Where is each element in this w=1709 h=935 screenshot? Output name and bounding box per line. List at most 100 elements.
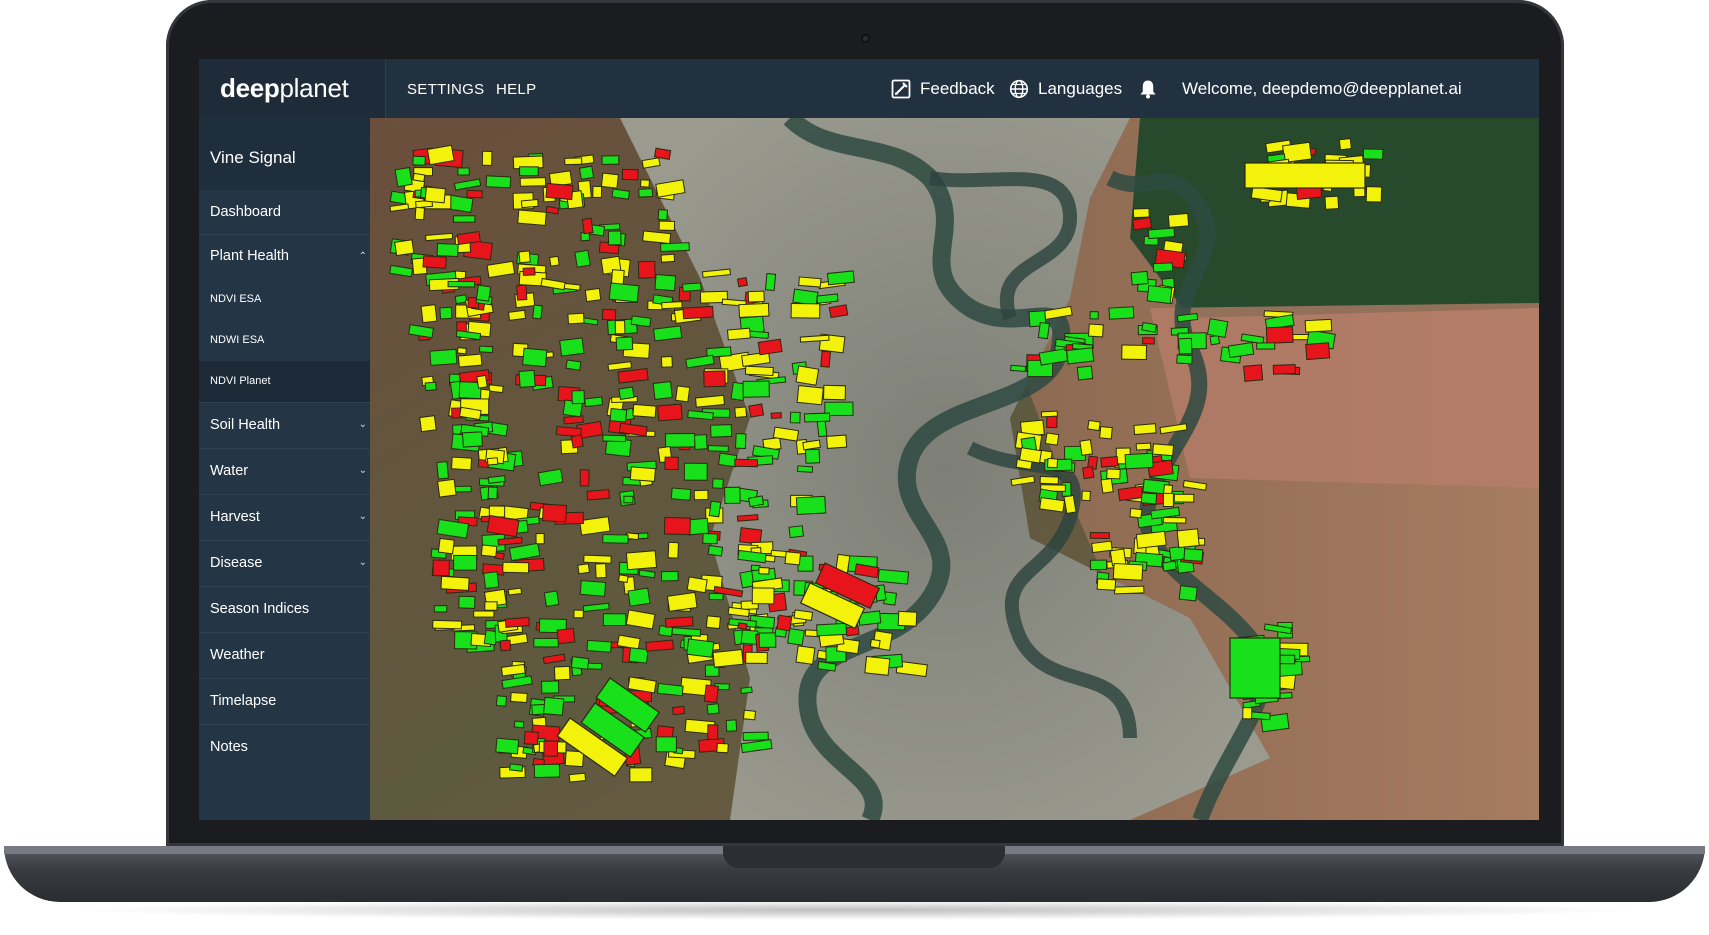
vineyard-field[interactable]: [725, 719, 738, 732]
vineyard-field[interactable]: [748, 403, 765, 418]
notifications-button[interactable]: [1139, 77, 1166, 101]
vineyard-field[interactable]: [1040, 410, 1058, 418]
vineyard-field[interactable]: [1113, 585, 1145, 595]
vineyard-field[interactable]: [742, 731, 769, 741]
vineyard-field[interactable]: [556, 627, 576, 645]
vineyard-field[interactable]: [1147, 227, 1176, 240]
vineyard-field[interactable]: [877, 568, 910, 585]
vineyard-field[interactable]: [432, 559, 450, 577]
vineyard-field[interactable]: [664, 616, 694, 628]
vineyard-field[interactable]: [602, 613, 627, 627]
vineyard-field[interactable]: [710, 424, 733, 438]
vineyard-field[interactable]: [1079, 439, 1093, 456]
vineyard-field[interactable]: [543, 590, 560, 608]
vineyard-field[interactable]: [1365, 186, 1383, 203]
vineyard-field[interactable]: [602, 533, 629, 544]
vineyard-field[interactable]: [394, 239, 415, 257]
vineyard-field[interactable]: [578, 165, 595, 180]
vineyard-field[interactable]: [657, 209, 669, 221]
vineyard-field[interactable]: [748, 495, 765, 508]
vineyard-field[interactable]: [1338, 138, 1352, 151]
vineyard-field[interactable]: [1100, 477, 1114, 494]
vineyard-field[interactable]: [1256, 342, 1276, 350]
vineyard-field[interactable]: [816, 293, 839, 304]
vineyard-field[interactable]: [795, 645, 816, 665]
vineyard-field[interactable]: [608, 282, 640, 303]
vineyard-field[interactable]: [422, 255, 447, 269]
vineyard-field[interactable]: [659, 242, 690, 253]
vineyard-field[interactable]: [1168, 545, 1187, 562]
vineyard-field[interactable]: [797, 465, 814, 473]
vineyard-field[interactable]: [510, 691, 528, 704]
vineyard-field[interactable]: [625, 550, 658, 571]
sidebar-item-season-indices[interactable]: Season Indices: [199, 587, 370, 632]
vineyard-field[interactable]: [1089, 559, 1108, 571]
vineyard-field[interactable]: [1091, 540, 1113, 554]
vineyard-field[interactable]: [804, 448, 821, 464]
vineyard-field[interactable]: [553, 665, 571, 681]
vineyard-field[interactable]: [484, 601, 498, 611]
vineyard-field[interactable]: [545, 182, 574, 201]
vineyard-field[interactable]: [670, 487, 692, 501]
vineyard-field[interactable]: [533, 763, 561, 779]
vineyard-field[interactable]: [507, 587, 523, 596]
vineyard-field[interactable]: [611, 188, 631, 200]
vineyard-field[interactable]: [485, 175, 512, 189]
vineyard-field[interactable]: [1089, 531, 1110, 540]
vineyard-field[interactable]: [454, 294, 468, 305]
vineyard-field[interactable]: [717, 452, 738, 468]
vineyard-field[interactable]: [581, 217, 594, 235]
vineyard-field[interactable]: [466, 189, 483, 199]
vineyard-field[interactable]: [543, 740, 559, 757]
vineyard-field[interactable]: [671, 705, 686, 716]
vineyard-field[interactable]: [570, 434, 584, 449]
vineyard-field[interactable]: [513, 720, 525, 729]
vineyard-field[interactable]: [734, 458, 759, 468]
vineyard-field[interactable]: [795, 365, 820, 386]
vineyard-field[interactable]: [1176, 528, 1200, 549]
vineyard-field[interactable]: [705, 615, 721, 630]
vineyard-field[interactable]: [1265, 326, 1294, 344]
vineyard-field[interactable]: [461, 431, 483, 448]
vineyard-field[interactable]: [1066, 347, 1095, 365]
vineyard-field[interactable]: [615, 336, 634, 351]
vineyard-field[interactable]: [1173, 493, 1195, 503]
vineyard-field[interactable]: [816, 622, 848, 637]
vineyard-field[interactable]: [600, 172, 619, 189]
vineyard-field[interactable]: [522, 267, 536, 276]
vineyard-field[interactable]: [682, 282, 702, 292]
vineyard-field[interactable]: [584, 287, 602, 303]
vineyard-field[interactable]: [703, 370, 726, 388]
vineyard-field[interactable]: [607, 230, 622, 246]
vineyard-field[interactable]: [793, 609, 814, 621]
vineyard-field[interactable]: [487, 475, 506, 484]
vineyard-field[interactable]: [504, 616, 530, 628]
vineyard-field[interactable]: [1108, 306, 1135, 320]
vineyard-field[interactable]: [480, 544, 498, 558]
logo[interactable]: deepplanet: [199, 59, 386, 118]
vineyard-field[interactable]: [518, 369, 536, 388]
vineyard-field[interactable]: [1176, 354, 1193, 365]
vineyard-field[interactable]: [1112, 562, 1144, 581]
vineyard-field[interactable]: [535, 532, 545, 545]
vineyard-field[interactable]: [447, 194, 474, 214]
feedback-button[interactable]: Feedback: [891, 77, 995, 101]
vineyard-field[interactable]: [495, 695, 508, 707]
vineyard-field[interactable]: [614, 320, 626, 335]
vineyard-field[interactable]: [473, 610, 495, 618]
vineyard-field[interactable]: [439, 306, 453, 320]
vineyard-field[interactable]: [1088, 323, 1104, 338]
vineyard-field[interactable]: [617, 574, 629, 584]
vineyard-field[interactable]: [1121, 344, 1148, 361]
vineyard-field[interactable]: [795, 495, 827, 516]
vineyard-field[interactable]: [792, 288, 819, 306]
vineyard-field[interactable]: [457, 167, 470, 176]
vineyard-field[interactable]: [660, 570, 679, 582]
vineyard-field[interactable]: [1124, 452, 1154, 470]
vineyard-field[interactable]: [637, 260, 656, 279]
vineyard-field[interactable]: [601, 308, 617, 321]
vineyard-field[interactable]: [1140, 492, 1158, 505]
vineyard-field[interactable]: [567, 312, 585, 325]
vineyard-field[interactable]: [424, 186, 446, 204]
vineyard-field[interactable]: [571, 390, 585, 405]
